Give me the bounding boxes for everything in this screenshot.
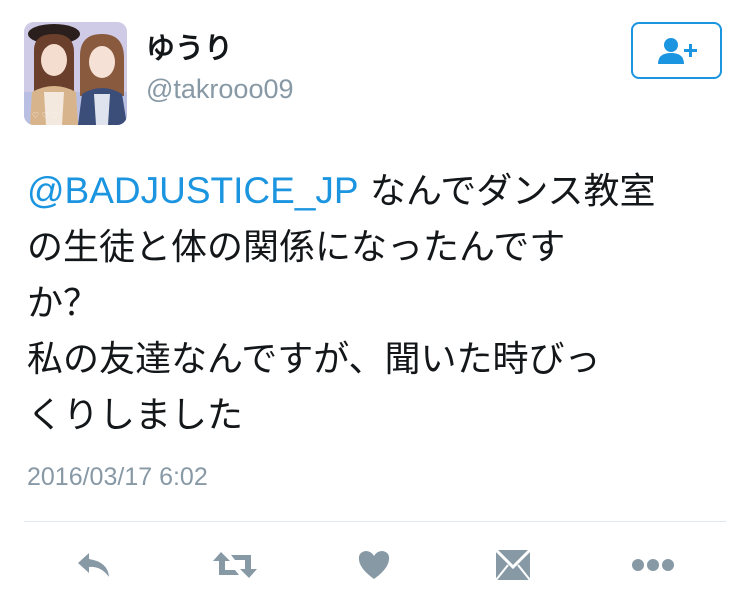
tweet-text-line-2: の生徒と体の関係になったんです [27, 227, 566, 268]
retweet-button[interactable] [208, 542, 262, 588]
display-name[interactable]: ゆうり [146, 30, 233, 66]
avatar[interactable]: ♡ ♡ ♡ [24, 22, 127, 125]
user-handle[interactable]: @takrooo09 [146, 73, 294, 105]
tweet-text-line-1: @BADJUSTICE_JP なんでダンス教室 [27, 163, 727, 220]
tweet-text-line-1-rest: なんでダンス教室 [358, 171, 656, 212]
tweet-text-line-4: 私の友達なんですが、聞いた時びっ [27, 339, 601, 380]
retweet-icon [213, 552, 257, 578]
tweet-text: @BADJUSTICE_JP なんでダンス教室 の生徒と体の関係になったんです … [27, 163, 727, 444]
add-user-icon [657, 37, 697, 64]
more-options-icon [632, 559, 674, 571]
follow-button[interactable] [631, 22, 722, 79]
mention-link[interactable]: @BADJUSTICE_JP [27, 170, 359, 211]
direct-message-icon [494, 548, 532, 581]
like-button[interactable] [347, 542, 401, 588]
more-options-button[interactable] [626, 542, 680, 588]
tweet-text-line-3: か？ [27, 283, 100, 324]
direct-message-button[interactable] [486, 542, 540, 588]
svg-text:♡ ♡ ♡: ♡ ♡ ♡ [32, 111, 59, 120]
reply-icon [78, 553, 109, 577]
tweet-card: ♡ ♡ ♡ ゆうり @takrooo09 @BADJUSTICE_JP なんでダ… [0, 0, 750, 603]
avatar-photo: ♡ ♡ ♡ [24, 22, 127, 125]
tweet-text-line-5: くりしました [27, 395, 244, 436]
tweet-timestamp[interactable]: 2016/03/17 6:02 [27, 462, 208, 492]
divider [24, 521, 726, 522]
reply-button[interactable] [68, 542, 122, 588]
like-heart-icon [358, 551, 390, 579]
